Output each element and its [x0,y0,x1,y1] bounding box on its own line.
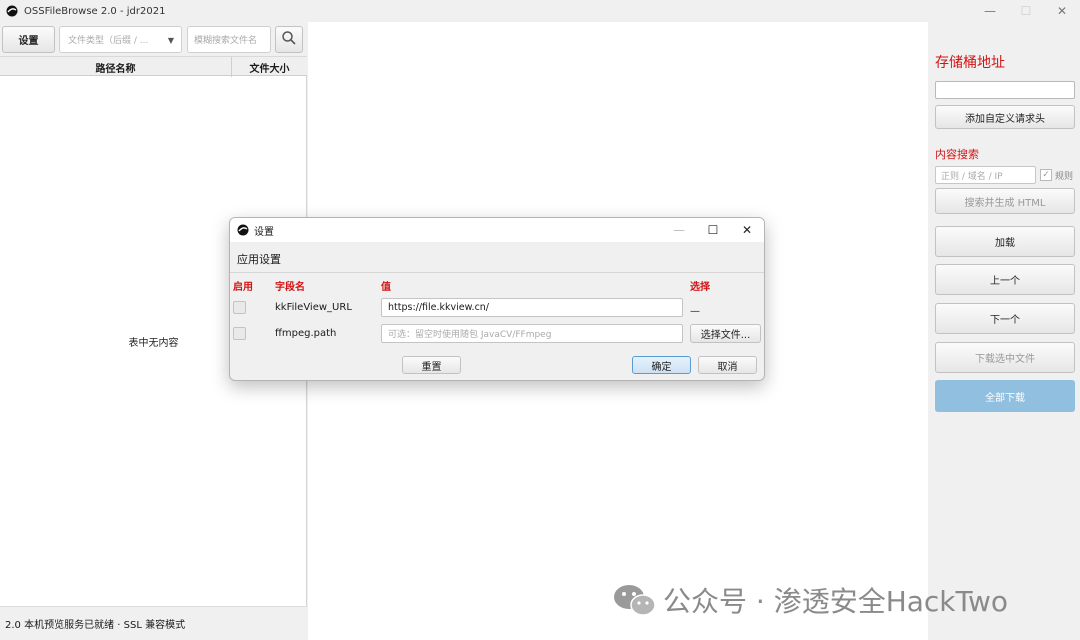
ffmpeg-path-input[interactable]: 可选：留空时使用随包 JavaCV/FFmpeg [381,324,683,343]
load-button[interactable]: 加载 [935,226,1075,257]
status-bar: 2.0 本机预览服务已就绪 · SSL 兼容模式 [0,606,307,640]
app-logo-icon [6,5,18,17]
enable-checkbox-kkfileview[interactable] [233,301,246,314]
field-name-kkfileview: kkFileView_URL [275,302,352,313]
settings-dialog: 设置 — ☐ ✕ 应用设置 启用 字段名 值 选择 kkFileView_URL… [229,217,765,381]
column-field-name: 字段名 [275,282,305,293]
file-type-placeholder: 文件类型（后缀 / ... [68,36,149,46]
toolbar: 设置 文件类型（后缀 / ... ▼ 模糊搜索文件名 [0,22,307,56]
checkmark-icon: ✓ [1042,170,1050,180]
regex-checkbox[interactable]: ✓ [1040,169,1052,181]
minimize-button[interactable]: — [972,0,1008,22]
watermark: 公众号 · 渗透安全HackTwo [613,580,1008,620]
enable-checkbox-ffmpeg[interactable] [233,327,246,340]
bucket-address-title: 存储桶地址 [935,55,1005,71]
column-choose: 选择 [690,282,710,293]
column-enable: 启用 [233,282,253,293]
regex-placeholder: 正则 / 域名 / IP [941,171,1003,182]
filename-search-input[interactable]: 模糊搜索文件名 [187,26,271,53]
dialog-close-button[interactable]: ✕ [730,218,764,242]
filename-search-placeholder: 模糊搜索文件名 [194,36,258,46]
divider [230,272,764,273]
ffmpeg-path-placeholder: 可选：留空时使用随包 JavaCV/FFmpeg [388,330,552,340]
column-path-name[interactable]: 路径名称 [0,57,232,77]
window-titlebar: OSSFileBrowse 2.0 - jdr2021 — ☐ ✕ [0,0,1080,22]
regex-label: 规则 [1055,172,1074,182]
download-all-button[interactable]: 全部下载 [935,380,1075,412]
column-value: 值 [381,282,391,293]
add-custom-header-button[interactable]: 添加自定义请求头 [935,105,1075,129]
window-title: OSSFileBrowse 2.0 - jdr2021 [24,5,166,17]
search-generate-html-button[interactable]: 搜索并生成 HTML [935,188,1075,214]
choose-file-button[interactable]: 选择文件... [690,324,761,343]
kkfileview-url-input[interactable]: https://file.kkview.cn/ [381,298,683,317]
reset-button[interactable]: 重置 [402,356,461,374]
wechat-icon [613,583,657,617]
search-icon [281,30,297,49]
regex-input[interactable]: 正则 / 域名 / IP [935,166,1036,184]
column-file-size[interactable]: 文件大小 [232,57,307,77]
previous-button[interactable]: 上一个 [935,264,1075,295]
control-panel: 存储桶地址 添加自定义请求头 内容搜索 正则 / 域名 / IP ✓ 规则 搜索… [928,22,1080,640]
ok-button[interactable]: 确定 [632,356,691,374]
close-button[interactable]: ✕ [1044,0,1080,22]
watermark-text: 公众号 · 渗透安全HackTwo [663,585,1009,618]
chevron-down-icon: ▼ [167,36,174,45]
next-button[interactable]: 下一个 [935,303,1075,334]
file-type-select[interactable]: 文件类型（后缀 / ... ▼ [59,26,182,53]
dialog-title: 设置 [254,226,274,238]
app-settings-heading: 应用设置 [237,253,281,266]
cancel-button[interactable]: 取消 [698,356,757,374]
download-selected-button[interactable]: 下载选中文件 [935,342,1075,373]
no-choice-dash: — [690,306,700,317]
app-logo-icon [237,224,249,236]
status-text: 2.0 本机预览服务已就绪 · SSL 兼容模式 [5,620,186,631]
content-search-title: 内容搜索 [935,148,979,161]
field-name-ffmpeg: ffmpeg.path [275,328,337,339]
dialog-titlebar: 设置 — ☐ ✕ [230,218,764,242]
bucket-address-input[interactable] [935,81,1075,99]
dialog-minimize-button[interactable]: — [662,218,696,242]
settings-button[interactable]: 设置 [2,26,55,53]
maximize-button[interactable]: ☐ [1008,0,1044,22]
kkfileview-url-value: https://file.kkview.cn/ [388,302,490,313]
dialog-maximize-button[interactable]: ☐ [696,218,730,242]
search-button[interactable] [275,26,303,53]
table-header: 路径名称 文件大小 [0,56,307,77]
